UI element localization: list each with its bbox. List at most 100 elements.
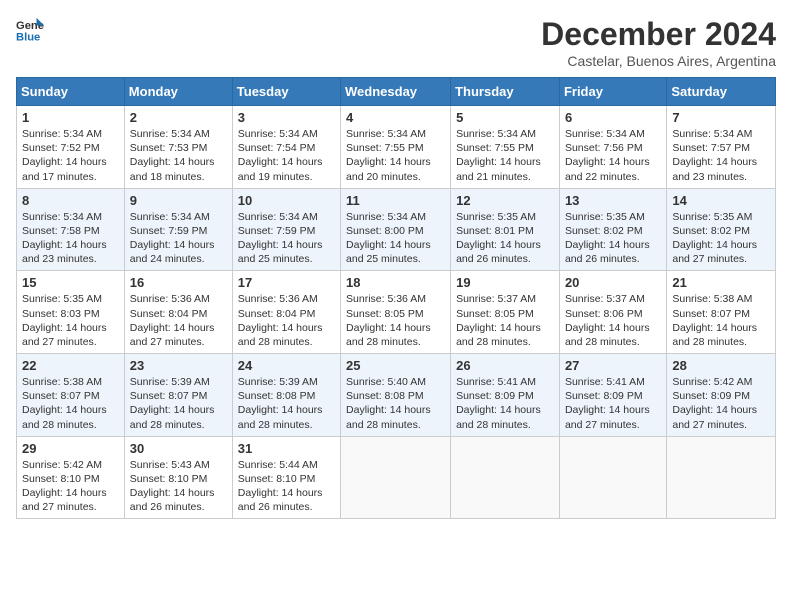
day-number: 23: [130, 358, 227, 373]
calendar-table: SundayMondayTuesdayWednesdayThursdayFrid…: [16, 77, 776, 519]
calendar-cell: 5 Sunrise: 5:34 AM Sunset: 7:55 PM Daylig…: [451, 106, 560, 189]
day-number: 14: [672, 193, 770, 208]
calendar-cell: 20 Sunrise: 5:37 AM Sunset: 8:06 PM Dayli…: [559, 271, 666, 354]
calendar-week-row: 1Sunrise: 5:34 AM Sunset: 7:52 PM Daylig…: [17, 106, 776, 189]
cell-details: Sunrise: 5:34 AM Sunset: 7:59 PM Dayligh…: [238, 210, 335, 267]
cell-details: Sunrise: 5:34 AM Sunset: 7:57 PM Dayligh…: [672, 127, 770, 184]
cell-details: Sunrise: 5:37 AM Sunset: 8:06 PM Dayligh…: [565, 292, 661, 349]
title-area: December 2024 Castelar, Buenos Aires, Ar…: [541, 16, 776, 69]
day-number: 28: [672, 358, 770, 373]
calendar-cell: 14 Sunrise: 5:35 AM Sunset: 8:02 PM Dayli…: [667, 188, 776, 271]
day-of-week-header: Thursday: [451, 78, 560, 106]
cell-details: Sunrise: 5:36 AM Sunset: 8:04 PM Dayligh…: [130, 292, 227, 349]
calendar-cell: 7 Sunrise: 5:34 AM Sunset: 7:57 PM Daylig…: [667, 106, 776, 189]
calendar-cell: 3Sunrise: 5:34 AM Sunset: 7:54 PM Daylig…: [232, 106, 340, 189]
day-of-week-header: Sunday: [17, 78, 125, 106]
day-number: 24: [238, 358, 335, 373]
calendar-cell: 18 Sunrise: 5:36 AM Sunset: 8:05 PM Dayli…: [341, 271, 451, 354]
page-header: General Blue December 2024 Castelar, Bue…: [16, 16, 776, 69]
day-number: 8: [22, 193, 119, 208]
cell-details: Sunrise: 5:37 AM Sunset: 8:05 PM Dayligh…: [456, 292, 554, 349]
calendar-cell: 15 Sunrise: 5:35 AM Sunset: 8:03 PM Dayli…: [17, 271, 125, 354]
day-number: 17: [238, 275, 335, 290]
calendar-cell: 21Sunrise: 5:38 AM Sunset: 8:07 PM Dayli…: [667, 271, 776, 354]
day-number: 29: [22, 441, 119, 456]
day-number: 31: [238, 441, 335, 456]
cell-details: Sunrise: 5:35 AM Sunset: 8:02 PM Dayligh…: [565, 210, 661, 267]
calendar-cell: [341, 436, 451, 519]
cell-details: Sunrise: 5:36 AM Sunset: 8:05 PM Dayligh…: [346, 292, 445, 349]
cell-details: Sunrise: 5:43 AM Sunset: 8:10 PM Dayligh…: [130, 458, 227, 515]
calendar-cell: 12 Sunrise: 5:35 AM Sunset: 8:01 PM Dayli…: [451, 188, 560, 271]
day-of-week-header: Saturday: [667, 78, 776, 106]
calendar-cell: [559, 436, 666, 519]
calendar-cell: 27 Sunrise: 5:41 AM Sunset: 8:09 PM Dayli…: [559, 354, 666, 437]
cell-details: Sunrise: 5:40 AM Sunset: 8:08 PM Dayligh…: [346, 375, 445, 432]
day-number: 5: [456, 110, 554, 125]
day-number: 26: [456, 358, 554, 373]
calendar-cell: 1Sunrise: 5:34 AM Sunset: 7:52 PM Daylig…: [17, 106, 125, 189]
page-title: December 2024: [541, 16, 776, 53]
cell-details: Sunrise: 5:35 AM Sunset: 8:03 PM Dayligh…: [22, 292, 119, 349]
cell-details: Sunrise: 5:41 AM Sunset: 8:09 PM Dayligh…: [565, 375, 661, 432]
cell-details: Sunrise: 5:35 AM Sunset: 8:02 PM Dayligh…: [672, 210, 770, 267]
calendar-cell: [451, 436, 560, 519]
day-number: 13: [565, 193, 661, 208]
day-number: 27: [565, 358, 661, 373]
calendar-cell: 4Sunrise: 5:34 AM Sunset: 7:55 PM Daylig…: [341, 106, 451, 189]
day-number: 11: [346, 193, 445, 208]
cell-details: Sunrise: 5:38 AM Sunset: 8:07 PM Dayligh…: [22, 375, 119, 432]
calendar-cell: 26 Sunrise: 5:41 AM Sunset: 8:09 PM Dayli…: [451, 354, 560, 437]
day-number: 19: [456, 275, 554, 290]
calendar-cell: 22 Sunrise: 5:38 AM Sunset: 8:07 PM Dayli…: [17, 354, 125, 437]
day-number: 12: [456, 193, 554, 208]
day-of-week-header: Monday: [124, 78, 232, 106]
calendar-cell: 28Sunrise: 5:42 AM Sunset: 8:09 PM Dayli…: [667, 354, 776, 437]
cell-details: Sunrise: 5:42 AM Sunset: 8:10 PM Dayligh…: [22, 458, 119, 515]
calendar-cell: 13 Sunrise: 5:35 AM Sunset: 8:02 PM Dayli…: [559, 188, 666, 271]
cell-details: Sunrise: 5:39 AM Sunset: 8:08 PM Dayligh…: [238, 375, 335, 432]
cell-details: Sunrise: 5:44 AM Sunset: 8:10 PM Dayligh…: [238, 458, 335, 515]
calendar-week-row: 29 Sunrise: 5:42 AM Sunset: 8:10 PM Dayli…: [17, 436, 776, 519]
calendar-cell: 19 Sunrise: 5:37 AM Sunset: 8:05 PM Dayli…: [451, 271, 560, 354]
cell-details: Sunrise: 5:34 AM Sunset: 7:55 PM Dayligh…: [456, 127, 554, 184]
cell-details: Sunrise: 5:34 AM Sunset: 7:59 PM Dayligh…: [130, 210, 227, 267]
calendar-cell: 11Sunrise: 5:34 AM Sunset: 8:00 PM Dayli…: [341, 188, 451, 271]
day-number: 2: [130, 110, 227, 125]
calendar-cell: 2 Sunrise: 5:34 AM Sunset: 7:53 PM Daylig…: [124, 106, 232, 189]
calendar-cell: 24 Sunrise: 5:39 AM Sunset: 8:08 PM Dayli…: [232, 354, 340, 437]
day-number: 21: [672, 275, 770, 290]
page-subtitle: Castelar, Buenos Aires, Argentina: [541, 53, 776, 69]
day-number: 6: [565, 110, 661, 125]
calendar-cell: 31 Sunrise: 5:44 AM Sunset: 8:10 PM Dayli…: [232, 436, 340, 519]
cell-details: Sunrise: 5:35 AM Sunset: 8:01 PM Dayligh…: [456, 210, 554, 267]
calendar-cell: 23Sunrise: 5:39 AM Sunset: 8:07 PM Dayli…: [124, 354, 232, 437]
calendar-cell: 6 Sunrise: 5:34 AM Sunset: 7:56 PM Daylig…: [559, 106, 666, 189]
calendar-cell: 25 Sunrise: 5:40 AM Sunset: 8:08 PM Dayli…: [341, 354, 451, 437]
day-number: 15: [22, 275, 119, 290]
calendar-cell: 16 Sunrise: 5:36 AM Sunset: 8:04 PM Dayli…: [124, 271, 232, 354]
calendar-cell: 9 Sunrise: 5:34 AM Sunset: 7:59 PM Daylig…: [124, 188, 232, 271]
day-number: 7: [672, 110, 770, 125]
cell-details: Sunrise: 5:41 AM Sunset: 8:09 PM Dayligh…: [456, 375, 554, 432]
calendar-week-row: 15 Sunrise: 5:35 AM Sunset: 8:03 PM Dayli…: [17, 271, 776, 354]
day-number: 9: [130, 193, 227, 208]
day-number: 10: [238, 193, 335, 208]
cell-details: Sunrise: 5:34 AM Sunset: 7:52 PM Dayligh…: [22, 127, 119, 184]
day-number: 25: [346, 358, 445, 373]
day-number: 20: [565, 275, 661, 290]
day-number: 4: [346, 110, 445, 125]
calendar-header-row: SundayMondayTuesdayWednesdayThursdayFrid…: [17, 78, 776, 106]
calendar-week-row: 8Sunrise: 5:34 AM Sunset: 7:58 PM Daylig…: [17, 188, 776, 271]
calendar-cell: [667, 436, 776, 519]
day-number: 22: [22, 358, 119, 373]
cell-details: Sunrise: 5:34 AM Sunset: 7:53 PM Dayligh…: [130, 127, 227, 184]
cell-details: Sunrise: 5:36 AM Sunset: 8:04 PM Dayligh…: [238, 292, 335, 349]
calendar-cell: 29 Sunrise: 5:42 AM Sunset: 8:10 PM Dayli…: [17, 436, 125, 519]
day-number: 16: [130, 275, 227, 290]
day-number: 18: [346, 275, 445, 290]
cell-details: Sunrise: 5:34 AM Sunset: 7:54 PM Dayligh…: [238, 127, 335, 184]
logo-icon: General Blue: [16, 16, 44, 44]
cell-details: Sunrise: 5:34 AM Sunset: 7:56 PM Dayligh…: [565, 127, 661, 184]
calendar-week-row: 22 Sunrise: 5:38 AM Sunset: 8:07 PM Dayli…: [17, 354, 776, 437]
